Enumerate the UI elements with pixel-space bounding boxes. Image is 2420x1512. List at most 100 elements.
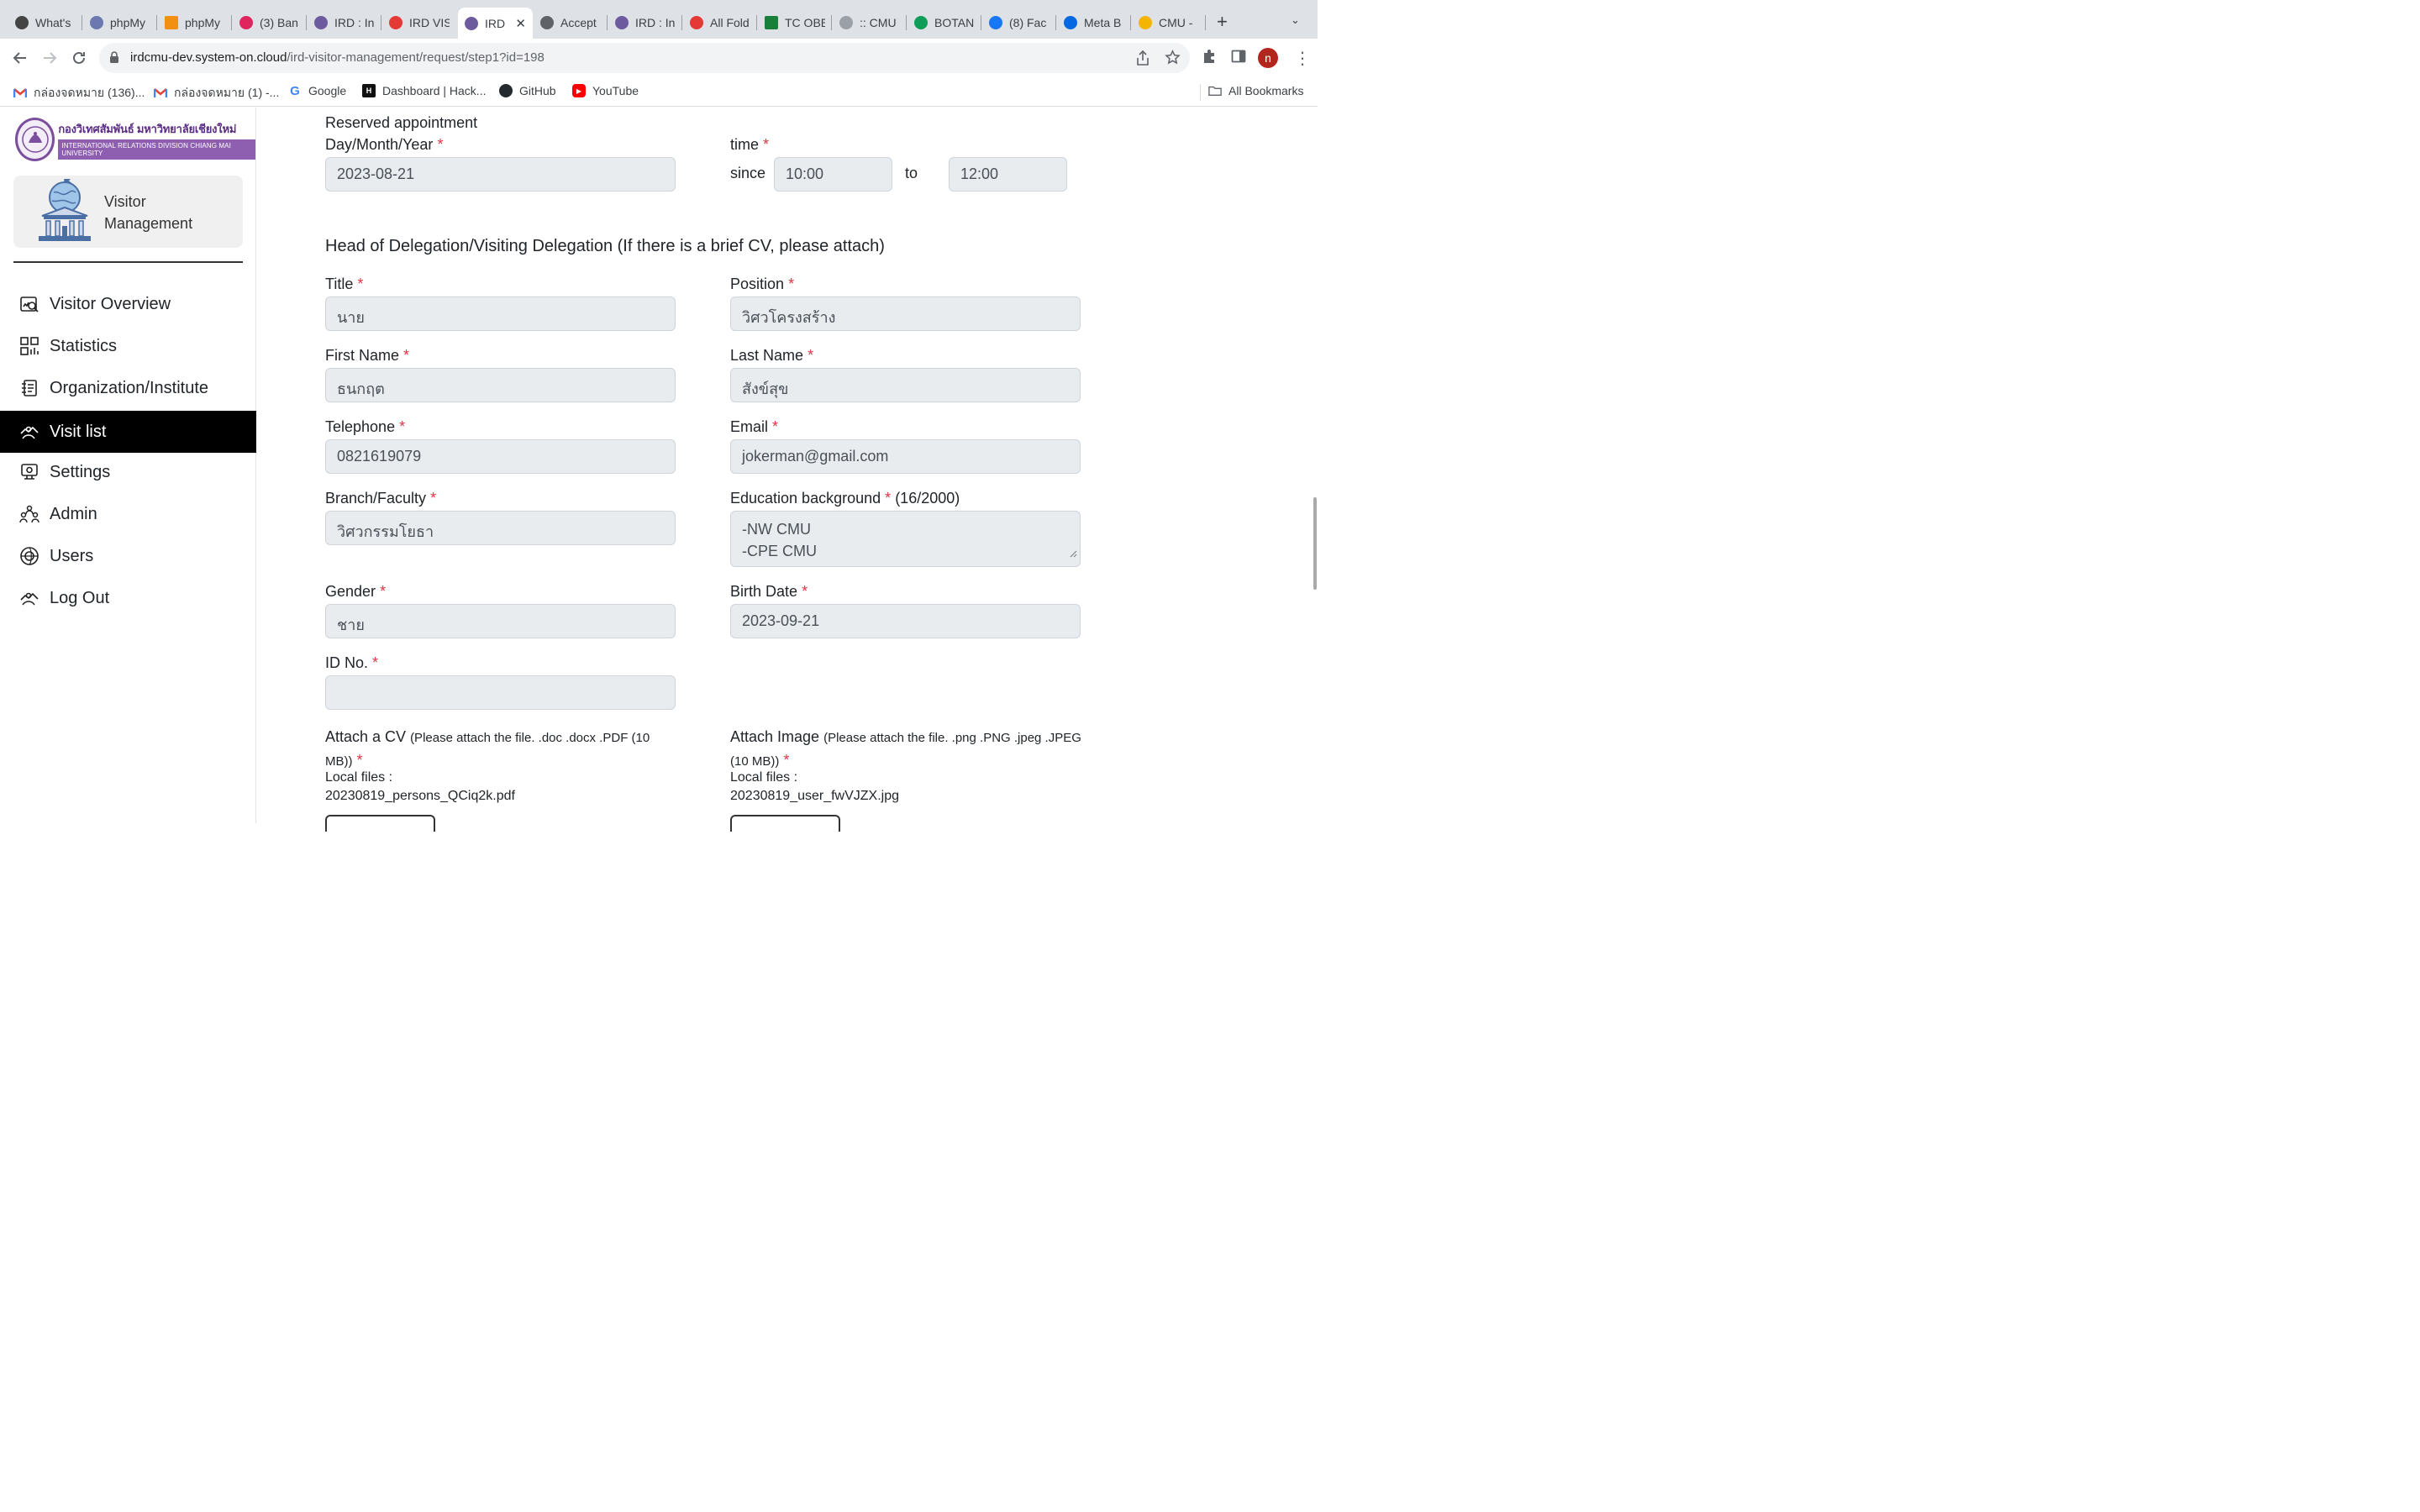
forward-arrow-icon[interactable] — [39, 47, 60, 69]
time-label: time * — [730, 136, 770, 153]
image-file-name[interactable]: 20230819_user_fwVJZX.jpg — [730, 789, 899, 804]
to-label: to — [905, 165, 918, 181]
sidebar-item-visit-list[interactable]: Visit list — [0, 411, 256, 453]
branch-faculty-field[interactable]: วิศวกรรมโยธา — [325, 511, 676, 545]
hackerrank-icon: H — [362, 84, 376, 97]
cv-file-name[interactable]: 20230819_persons_QCiq2k.pdf — [325, 789, 515, 804]
sidebar-divider — [13, 261, 243, 263]
browser-tab[interactable]: Meta B — [1057, 8, 1131, 38]
first-name-field[interactable]: ธนกฤต — [325, 368, 676, 402]
card-title-line2: Management — [104, 215, 193, 232]
bookmark-item[interactable]: กล่องจดหมาย (1) -... — [154, 84, 279, 102]
sidebar-item-users[interactable]: Users — [0, 535, 256, 577]
browser-tab[interactable]: All Fold — [683, 8, 757, 38]
title-field[interactable]: นาย — [325, 297, 676, 331]
education-background-label: Education background * (16/2000) — [730, 490, 960, 507]
browser-tab[interactable]: (8) Fac — [982, 8, 1056, 38]
browser-tab[interactable]: IRD VIS — [382, 8, 456, 38]
lock-icon[interactable] — [109, 51, 119, 68]
browser-tab[interactable]: What's — [8, 8, 82, 38]
tab-favicon-icon — [989, 16, 1002, 29]
extensions-puzzle-icon[interactable] — [1202, 49, 1217, 68]
gender-field[interactable]: ชาย — [325, 604, 676, 638]
id-number-field[interactable] — [325, 675, 676, 710]
reload-icon[interactable] — [68, 47, 90, 69]
browser-tab[interactable]: IRD : In — [608, 8, 682, 38]
time-from-field[interactable]: 10:00 — [774, 157, 892, 192]
browser-menu-kebab-icon[interactable]: ⋮ — [1294, 48, 1311, 69]
url-path: /ird-visitor-management/request/step1?id… — [287, 50, 544, 65]
browser-tab[interactable]: phpMy — [83, 8, 157, 38]
resize-handle-icon[interactable] — [1070, 542, 1077, 564]
cv-choose-file-button[interactable] — [325, 815, 435, 832]
share-icon[interactable] — [1136, 50, 1150, 70]
tab-favicon-icon — [314, 16, 328, 29]
logo-thai-text: กองวิเทศสัมพันธ์ มหาวิทยาลัยเชียงใหม่ — [58, 122, 237, 135]
tab-favicon-icon — [690, 16, 703, 29]
telephone-field[interactable]: 0821619079 — [325, 439, 676, 474]
page-scrollbar-thumb[interactable] — [1313, 497, 1317, 590]
birth-date-field[interactable]: 2023-09-21 — [730, 604, 1081, 638]
tab-favicon-icon — [165, 16, 178, 29]
bookmark-item[interactable]: G Google — [288, 84, 346, 98]
bookmarks-separator — [1200, 84, 1201, 101]
all-bookmarks[interactable]: All Bookmarks — [1208, 84, 1303, 97]
browser-tab[interactable]: phpMy — [158, 8, 232, 38]
tab-favicon-icon — [914, 16, 928, 29]
education-char-counter: (16/2000) — [895, 490, 960, 507]
bookmark-item[interactable]: H Dashboard | Hack... — [362, 84, 486, 97]
bookmarks-bar: กล่องจดหมาย (136)... กล่องจดหมาย (1) -..… — [0, 76, 1318, 107]
tab-favicon-icon — [465, 16, 478, 30]
sidebar-item-log-out[interactable]: Log Out — [0, 577, 256, 619]
sidebar-item-settings[interactable]: Settings — [0, 451, 256, 493]
browser-tab[interactable]: BOTAN — [908, 8, 981, 38]
government-building-globe-icon — [35, 178, 94, 249]
new-tab-icon[interactable]: + — [1217, 12, 1228, 32]
title-label: Title * — [325, 276, 364, 292]
sidebar-item-admin[interactable]: Admin — [0, 493, 256, 535]
appointment-date-field[interactable]: 2023-08-21 — [325, 157, 676, 192]
side-panel-icon[interactable] — [1231, 49, 1246, 68]
sidebar-item-organization-institute[interactable]: Organization/Institute — [0, 367, 256, 409]
logout-icon — [18, 587, 40, 609]
tab-search-chevron-icon[interactable]: ⌄ — [1291, 13, 1300, 27]
email-label: Email * — [730, 418, 779, 435]
browser-tab[interactable]: CMU - — [1132, 8, 1206, 38]
back-arrow-icon[interactable] — [9, 47, 31, 69]
browser-tab[interactable]: :: CMU — [833, 8, 907, 38]
browser-tab-active[interactable]: IRD ✕ — [458, 8, 533, 39]
bookmark-star-icon[interactable] — [1165, 50, 1181, 70]
ird-logo[interactable]: กองวิเทศสัมพันธ์ มหาวิทยาลัยเชียงใหม่ IN… — [15, 118, 255, 161]
bookmark-item[interactable]: กล่องจดหมาย (136)... — [13, 84, 145, 102]
bookmark-item[interactable]: GitHub — [499, 84, 556, 97]
visit-list-icon — [18, 421, 40, 443]
profile-avatar[interactable]: n — [1258, 48, 1278, 68]
browser-tab[interactable]: Accept — [534, 8, 608, 38]
browser-tab[interactable]: (3) Ban — [233, 8, 307, 38]
last-name-label: Last Name * — [730, 347, 814, 364]
email-field[interactable]: jokerman@gmail.com — [730, 439, 1081, 474]
browser-tab[interactable]: IRD : In — [308, 8, 381, 38]
last-name-field[interactable]: สังข์สุข — [730, 368, 1081, 402]
reserved-appointment-heading: Reserved appointment — [325, 114, 478, 131]
bookmark-item[interactable]: ▶ YouTube — [572, 84, 639, 97]
gender-label: Gender * — [325, 583, 387, 600]
tab-close-icon[interactable]: ✕ — [510, 16, 526, 31]
image-choose-file-button[interactable] — [730, 815, 840, 832]
visitor-overview-icon — [18, 293, 40, 315]
education-background-textarea[interactable]: -NW CMU -CPE CMU — [730, 511, 1081, 567]
sidebar-item-statistics[interactable]: Statistics — [0, 325, 256, 367]
sidebar: กองวิเทศสัมพันธ์ มหาวิทยาลัยเชียงใหม่ IN… — [0, 108, 256, 823]
position-field[interactable]: วิศวโครงสร้าง — [730, 297, 1081, 331]
address-bar[interactable]: irdcmu-dev.system-on.cloud/ird-visitor-m… — [99, 43, 1190, 73]
tab-favicon-icon — [1139, 16, 1152, 29]
head-of-delegation-title: Head of Delegation/Visiting Delegation (… — [325, 237, 885, 255]
time-to-field[interactable]: 12:00 — [949, 157, 1067, 192]
tab-favicon-icon — [540, 16, 554, 29]
statistics-icon — [18, 335, 40, 357]
admin-icon — [18, 503, 40, 525]
sidebar-item-visitor-overview[interactable]: Visitor Overview — [0, 283, 256, 325]
gmail-icon — [154, 87, 167, 100]
browser-tab[interactable]: TC OBE — [758, 8, 832, 38]
id-number-label: ID No. * — [325, 654, 379, 671]
